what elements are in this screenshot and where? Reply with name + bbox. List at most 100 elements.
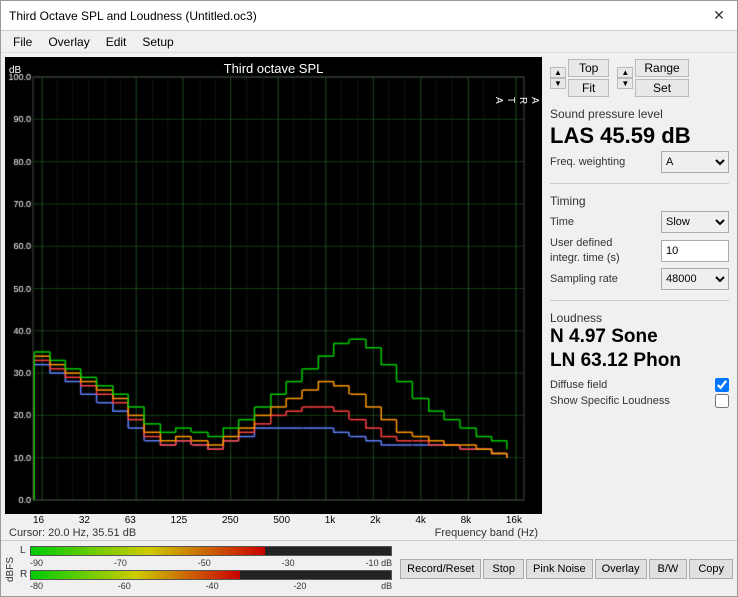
- spl-section-label: Sound pressure level: [550, 107, 729, 121]
- copy-button[interactable]: Copy: [689, 559, 733, 579]
- main-content: Third octave SPL dB ARTA 16 32 63 125 25…: [1, 53, 737, 540]
- top-fit-group: ▲ ▼ Top Fit: [550, 59, 609, 97]
- x-label-16: 16: [33, 515, 44, 526]
- dbfs-label: dBFS: [5, 557, 16, 582]
- chart-title: Third octave SPL: [5, 61, 542, 76]
- overlay-button[interactable]: Overlay: [595, 559, 647, 579]
- bw-button[interactable]: B/W: [649, 559, 688, 579]
- diffuse-field-row: Diffuse field: [550, 378, 729, 392]
- show-specific-checkbox[interactable]: [715, 394, 729, 408]
- chart-wrapper: Third octave SPL dB ARTA 16 32 63 125 25…: [5, 57, 542, 540]
- title-bar: Third Octave SPL and Loudness (Untitled.…: [1, 1, 737, 31]
- diffuse-field-label: Diffuse field: [550, 379, 607, 391]
- top-up-btn[interactable]: ▲: [550, 67, 566, 78]
- bottom-bar: dBFS L -90 -70 -50 -30 -10 dB: [1, 540, 737, 596]
- l-meter-row: L: [20, 545, 392, 556]
- range-set-buttons: Range Set: [635, 59, 688, 97]
- scale-r-60: -60: [118, 581, 131, 591]
- freq-band-label: Frequency band (Hz): [435, 527, 538, 539]
- sampling-rate-label: Sampling rate: [550, 273, 618, 285]
- arta-label: ARTA: [492, 97, 540, 104]
- user-defined-input[interactable]: [661, 240, 729, 262]
- l-meter-fill: [31, 547, 265, 555]
- record-reset-button[interactable]: Record/Reset: [400, 559, 481, 579]
- l-scale: -90 -70 -50 -30 -10 dB: [20, 558, 392, 568]
- menu-bar: File Overlay Edit Setup: [1, 31, 737, 53]
- divider-2: [550, 300, 729, 301]
- top-button[interactable]: Top: [568, 59, 609, 77]
- timing-label: Timing: [550, 194, 729, 208]
- diffuse-field-checkbox[interactable]: [715, 378, 729, 392]
- menu-setup[interactable]: Setup: [134, 33, 181, 51]
- top-controls: ▲ ▼ Top Fit ▲ ▼ Range Set: [550, 59, 729, 97]
- chart-footer: Cursor: 20.0 Hz, 35.51 dB Frequency band…: [5, 526, 542, 540]
- range-spinners: ▲ ▼: [617, 67, 633, 89]
- scale-l-30: -30: [282, 558, 295, 568]
- top-down-btn[interactable]: ▼: [550, 78, 566, 89]
- pink-noise-button[interactable]: Pink Noise: [526, 559, 593, 579]
- user-defined-label: User definedintegr. time (s): [550, 236, 620, 265]
- loudness-n-value: N 4.97 Sone: [550, 326, 729, 349]
- x-label-125: 125: [171, 515, 188, 526]
- scale-l-50: -50: [198, 558, 211, 568]
- freq-weighting-row: Freq. weighting A B C Z: [550, 151, 729, 173]
- r-meter-row: R: [20, 569, 392, 580]
- stop-button[interactable]: Stop: [483, 559, 524, 579]
- show-specific-label: Show Specific Loudness: [550, 395, 670, 407]
- sampling-rate-select[interactable]: 44100 48000 96000: [661, 268, 729, 290]
- spl-value: LAS 45.59 dB: [550, 123, 729, 149]
- range-set-group: ▲ ▼ Range Set: [617, 59, 688, 97]
- top-fit-buttons: Top Fit: [568, 59, 609, 97]
- close-button[interactable]: ✕: [709, 6, 729, 26]
- menu-file[interactable]: File: [5, 33, 40, 51]
- x-label-32: 32: [79, 515, 90, 526]
- bottom-content: dBFS L -90 -70 -50 -30 -10 dB: [1, 541, 737, 596]
- show-specific-row: Show Specific Loudness: [550, 394, 729, 408]
- window-title: Third Octave SPL and Loudness (Untitled.…: [9, 9, 257, 23]
- spl-section: Sound pressure level LAS 45.59 dB Freq. …: [550, 107, 729, 173]
- x-label-1k: 1k: [325, 515, 336, 526]
- meters-section: L -90 -70 -50 -30 -10 dB R: [18, 541, 396, 596]
- menu-overlay[interactable]: Overlay: [40, 33, 97, 51]
- main-window: Third Octave SPL and Loudness (Untitled.…: [0, 0, 738, 597]
- x-label-16k: 16k: [506, 515, 522, 526]
- set-button[interactable]: Set: [635, 79, 688, 97]
- time-label: Time: [550, 216, 574, 228]
- x-axis-labels: 16 32 63 125 250 500 1k 2k 4k 8k 16k: [5, 514, 542, 526]
- top-spinners: ▲ ▼: [550, 67, 566, 89]
- r-label: R: [20, 569, 28, 580]
- db-label: dB: [9, 65, 21, 76]
- loudness-section: Loudness N 4.97 Sone LN 63.12 Phon Diffu…: [550, 311, 729, 408]
- menu-edit[interactable]: Edit: [98, 33, 135, 51]
- loudness-label: Loudness: [550, 311, 729, 325]
- time-row: Time Slow Fast Impulse: [550, 211, 729, 233]
- l-meter-track: [30, 546, 392, 556]
- action-buttons: Record/Reset Stop Pink Noise Overlay B/W…: [396, 541, 737, 596]
- r-meter-fill: [31, 571, 240, 579]
- timing-section: Timing Time Slow Fast Impulse User defin…: [550, 194, 729, 290]
- divider-1: [550, 183, 729, 184]
- scale-r-db: dB: [381, 581, 392, 591]
- x-label-4k: 4k: [415, 515, 426, 526]
- scale-r-80: -80: [30, 581, 43, 591]
- scale-l-90: -90: [30, 558, 43, 568]
- time-select[interactable]: Slow Fast Impulse: [661, 211, 729, 233]
- chart-area: Third octave SPL dB ARTA: [5, 57, 542, 514]
- range-up-btn[interactable]: ▲: [617, 67, 633, 78]
- scale-l-70: -70: [114, 558, 127, 568]
- r-meter-track: [30, 570, 392, 580]
- spl-chart: [5, 57, 542, 514]
- scale-r-40: -40: [206, 581, 219, 591]
- x-label-500: 500: [273, 515, 290, 526]
- loudness-ln-value: LN 63.12 Phon: [550, 350, 729, 373]
- x-label-8k: 8k: [461, 515, 472, 526]
- dbfs-section: dBFS: [1, 541, 18, 596]
- fit-button[interactable]: Fit: [568, 79, 609, 97]
- r-scale: -80 -60 -40 -20 dB: [20, 581, 392, 591]
- freq-weighting-label: Freq. weighting: [550, 156, 625, 168]
- freq-weighting-select[interactable]: A B C Z: [661, 151, 729, 173]
- range-down-btn[interactable]: ▼: [617, 78, 633, 89]
- x-label-2k: 2k: [370, 515, 381, 526]
- cursor-info: Cursor: 20.0 Hz, 35.51 dB: [9, 527, 136, 539]
- range-button[interactable]: Range: [635, 59, 688, 77]
